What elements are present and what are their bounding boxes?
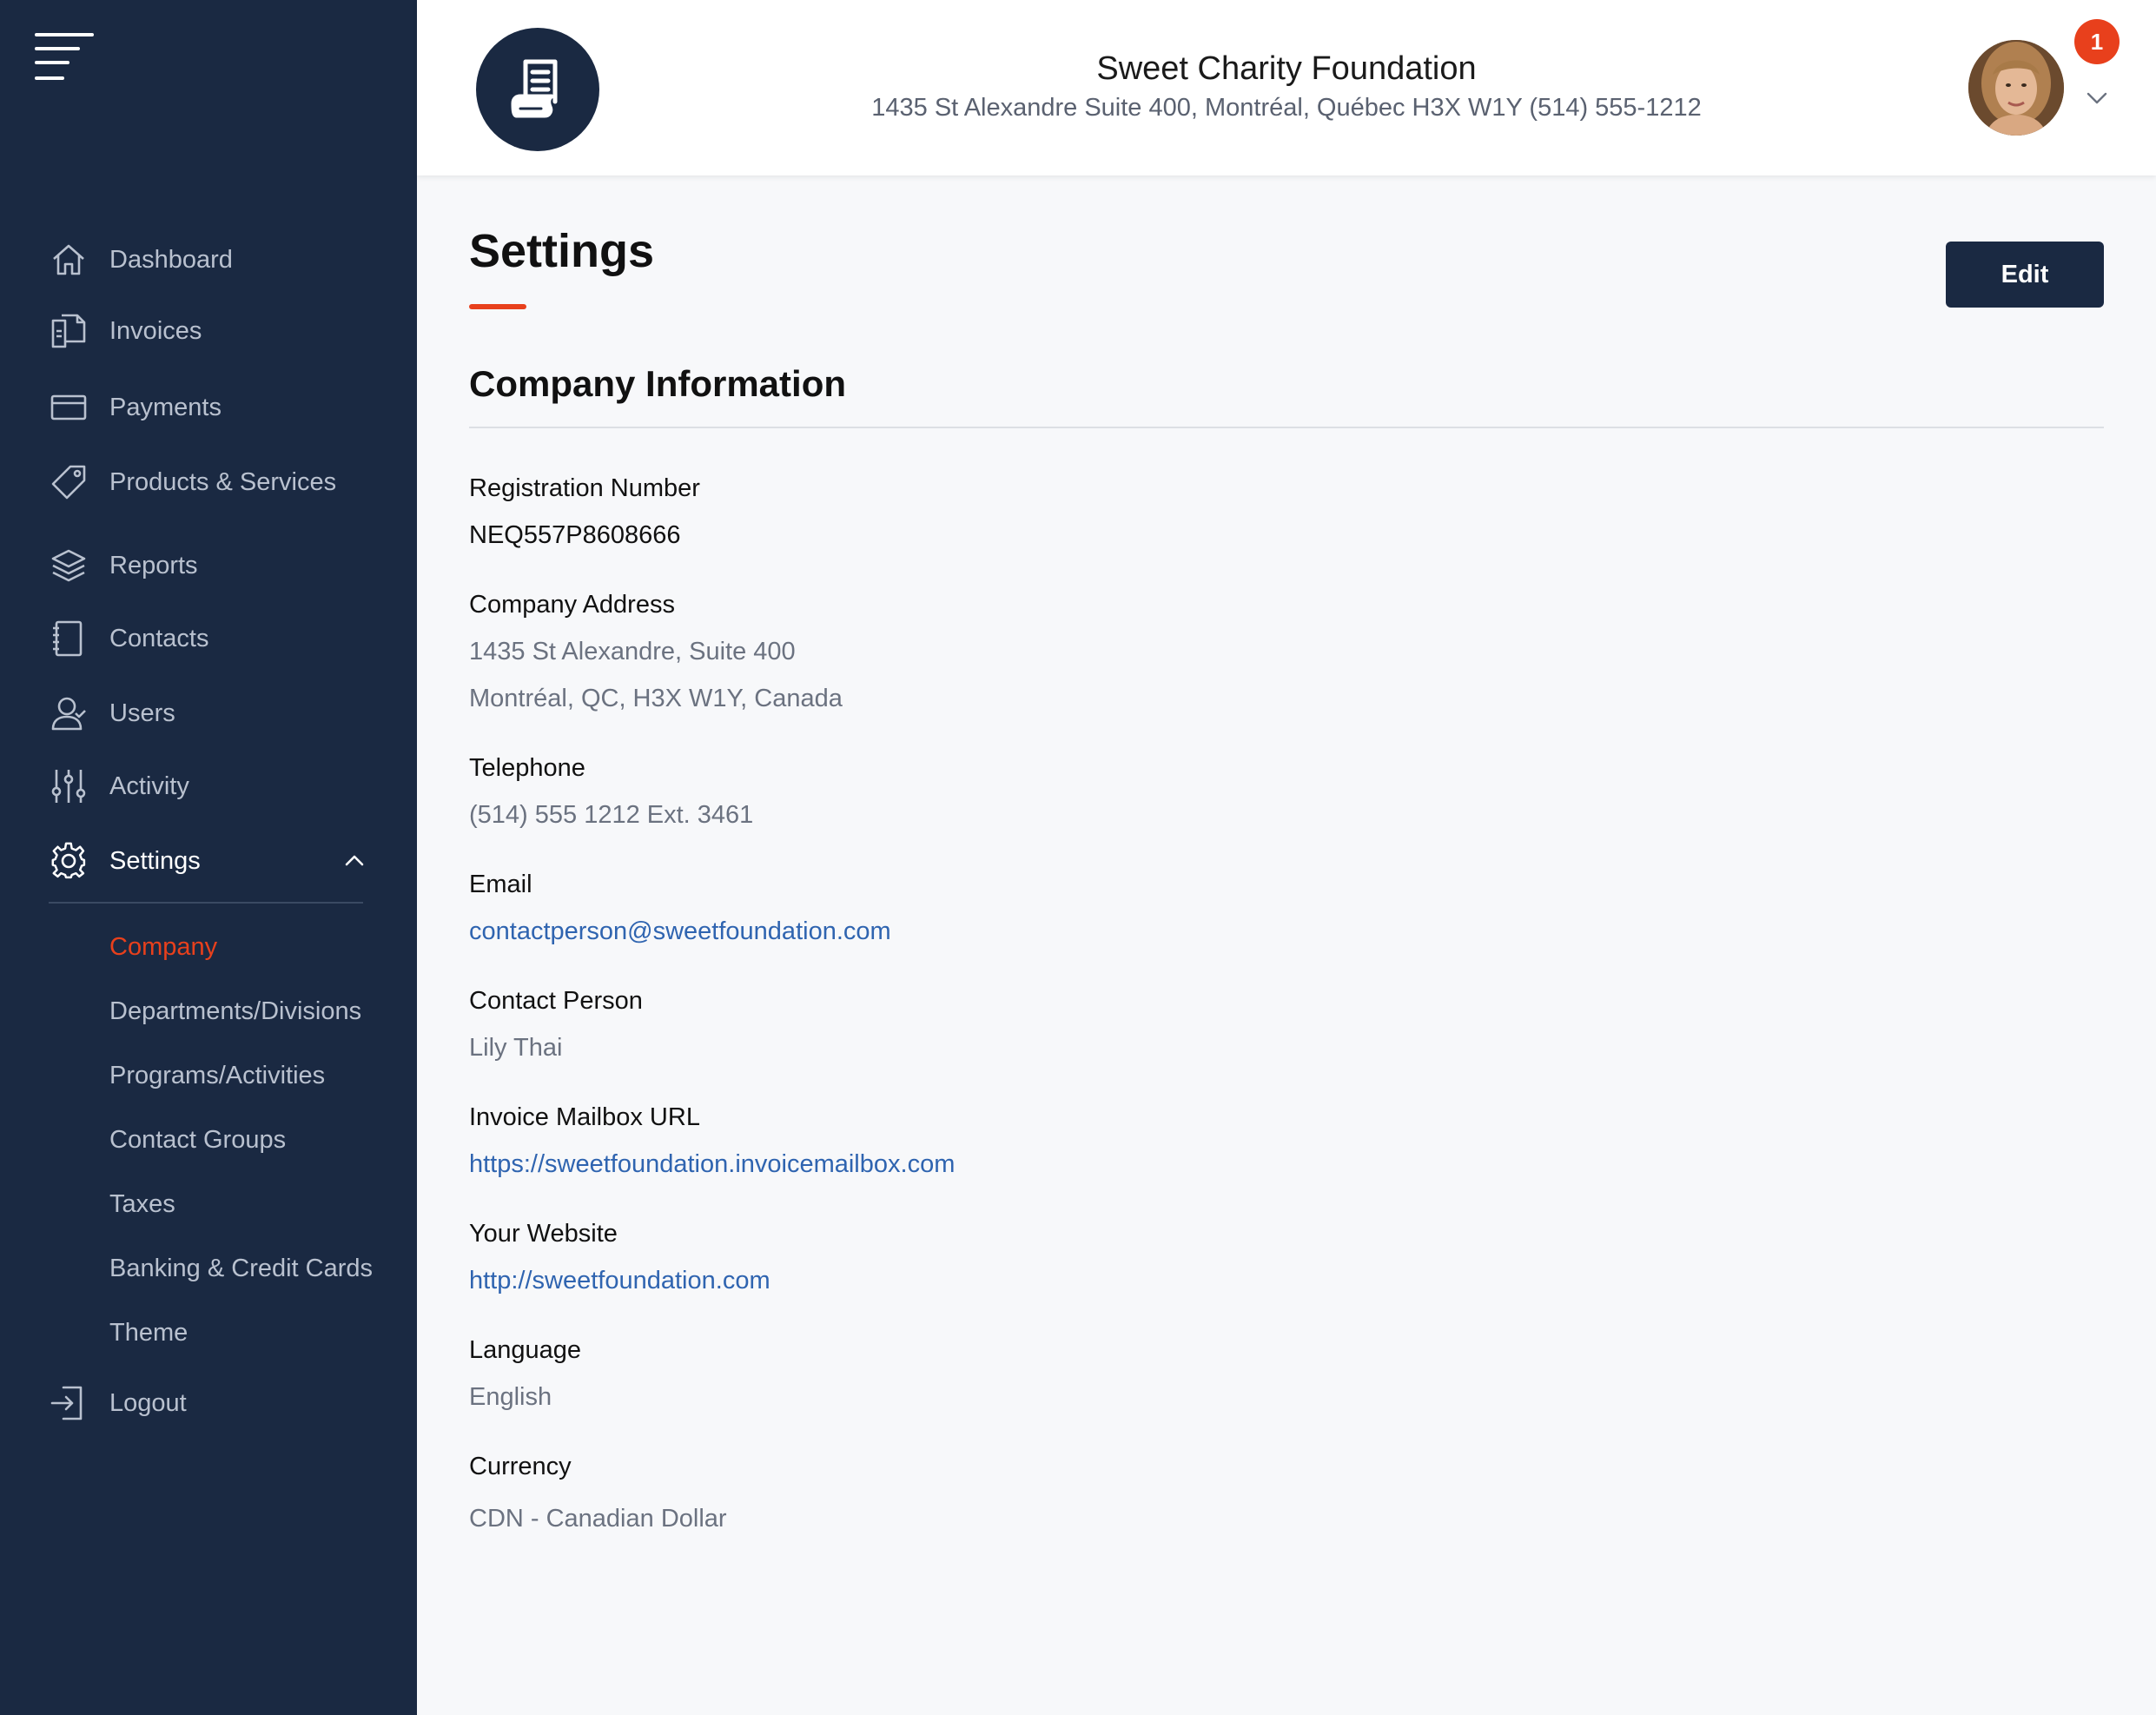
edit-button[interactable]: Edit [1946,242,2104,308]
sidebar-item-label: Payments [109,393,222,421]
organization-name: Sweet Charity Foundation [1096,50,1477,87]
email-link[interactable]: contactperson@sweetfoundation.com [469,917,891,946]
settings-sub-departments[interactable]: Departments/Divisions [109,997,361,1026]
sidebar-item-label: Reports [109,551,198,579]
settings-sub-programs[interactable]: Programs/Activities [109,1062,325,1090]
company-address-label: Company Address [469,591,675,619]
currency-value: CDN - Canadian Dollar [469,1505,727,1533]
sidebar-item-users[interactable]: Users [0,683,417,744]
sidebar-item-payments[interactable]: Payments [0,377,417,438]
contact-person-value: Lily Thai [469,1034,563,1062]
language-label: Language [469,1336,582,1364]
sidebar-item-products-services[interactable]: Products & Services [0,452,417,513]
sidebar-item-label: Users [109,699,175,727]
organization-logo [476,28,599,151]
company-address-line1: 1435 St Alexandre, Suite 400 [469,638,796,665]
registration-number-value: NEQ557P8608666 [469,521,681,549]
telephone-value: (514) 555 1212 Ext. 3461 [469,801,754,829]
page-title: Settings [469,225,655,277]
sidebar-item-logout[interactable]: Logout [0,1373,417,1434]
chevron-up-icon[interactable] [342,849,367,873]
email-label: Email [469,871,532,898]
layers-icon [49,546,89,586]
sidebar-item-label: Activity [109,771,189,800]
invoice-mailbox-url-label: Invoice Mailbox URL [469,1103,700,1131]
section-divider [469,427,2104,428]
registration-number-label: Registration Number [469,474,700,502]
sidebar-item-invoices[interactable]: Invoices [0,301,417,361]
address-book-icon [49,619,89,659]
sidebar-item-label: Products & Services [109,467,337,496]
sidebar-item-contacts[interactable]: Contacts [0,608,417,669]
organization-address: 1435 St Alexandre Suite 400, Montréal, Q… [871,94,1702,122]
website-label: Your Website [469,1220,618,1248]
invoice-mailbox-url-link[interactable]: https://sweetfoundation.invoicemailbox.c… [469,1150,955,1179]
credit-card-icon [49,387,89,427]
sidebar-item-settings[interactable]: Settings [0,831,417,891]
currency-label: Currency [469,1453,572,1480]
sidebar-item-reports[interactable]: Reports [0,535,417,596]
website-link[interactable]: http://sweetfoundation.com [469,1267,770,1295]
sidebar: Dashboard Invoices Payments Products & S… [0,0,417,1715]
tag-icon [49,462,89,502]
settings-sub-company[interactable]: Company [109,933,217,962]
sidebar-item-label: Contacts [109,624,209,652]
section-title: Company Information [469,363,847,404]
home-icon [49,240,89,280]
hamburger-menu-icon[interactable] [35,33,94,83]
settings-divider [49,902,363,904]
contact-person-label: Contact Person [469,987,643,1015]
user-icon [49,693,89,733]
title-underline [469,304,526,309]
sidebar-item-label: Logout [109,1388,187,1417]
settings-sub-taxes[interactable]: Taxes [109,1190,175,1219]
settings-sub-theme[interactable]: Theme [109,1319,188,1348]
settings-sub-banking[interactable]: Banking & Credit Cards [109,1255,373,1283]
sidebar-item-label: Settings [109,846,201,875]
telephone-label: Telephone [469,754,585,782]
company-address-line2: Montréal, QC, H3X W1Y, Canada [469,685,843,712]
chevron-down-icon[interactable] [2083,85,2111,109]
notification-badge[interactable]: 1 [2074,19,2120,64]
sidebar-item-activity[interactable]: Activity [0,756,417,817]
sidebar-item-label: Dashboard [109,245,233,274]
settings-sub-contact-groups[interactable]: Contact Groups [109,1126,286,1155]
top-header: Sweet Charity Foundation 1435 St Alexand… [417,0,2156,175]
logout-icon [49,1383,89,1423]
sidebar-item-dashboard[interactable]: Dashboard [0,229,417,290]
documents-icon [49,311,89,351]
avatar[interactable] [1968,40,2064,136]
sliders-icon [49,766,89,806]
sidebar-item-label: Invoices [109,316,202,345]
language-value: English [469,1383,552,1411]
gear-icon [49,841,89,881]
